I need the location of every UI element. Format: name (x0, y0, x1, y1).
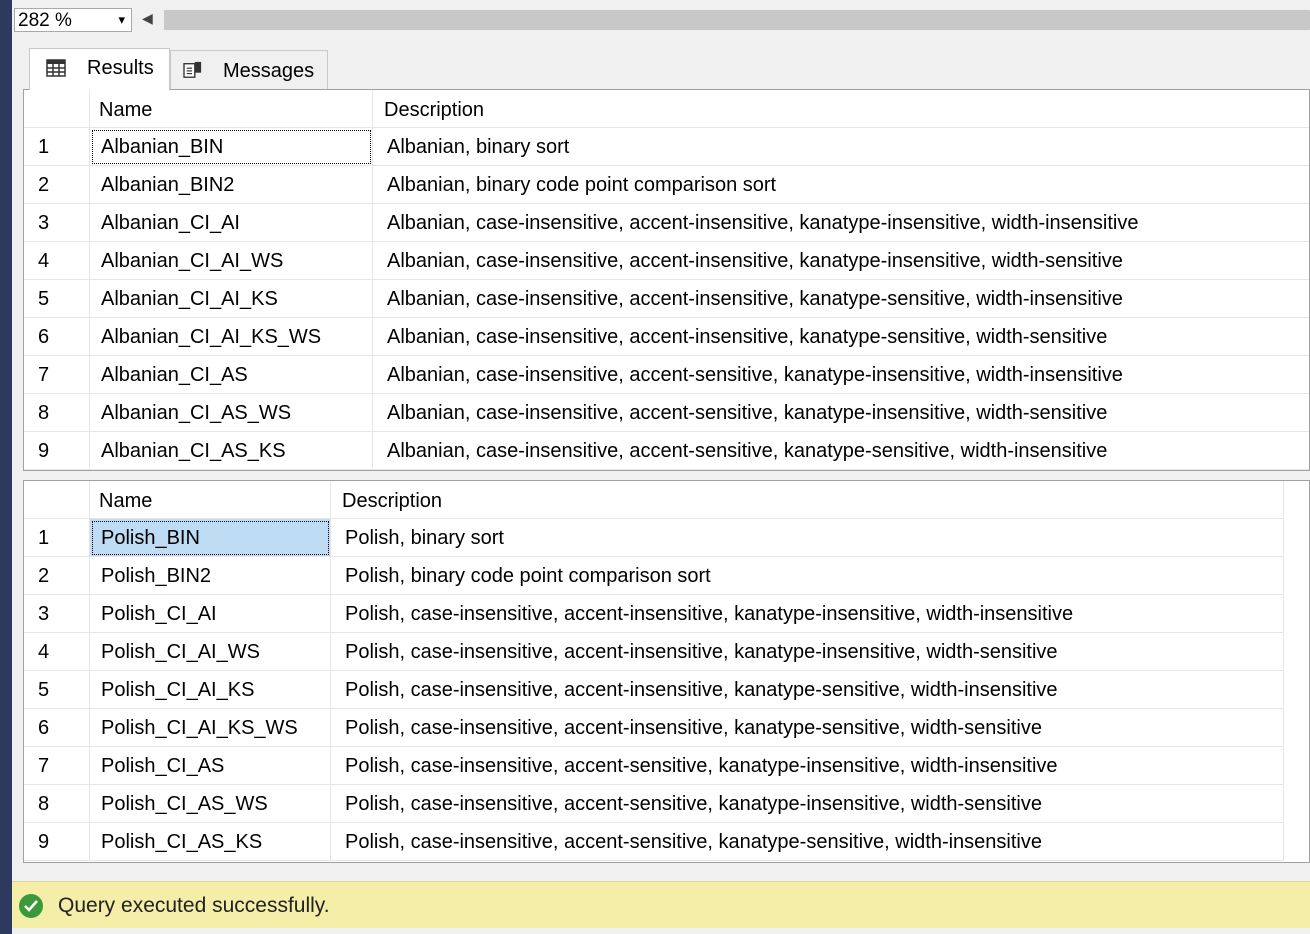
description-cell[interactable]: Polish, case-insensitive, accent-insensi… (331, 709, 1284, 747)
description-cell[interactable]: Polish, case-insensitive, accent-sensiti… (331, 785, 1284, 823)
row-number[interactable]: 7 (24, 356, 90, 394)
description-cell[interactable]: Albanian, case-insensitive, accent-insen… (373, 242, 1309, 280)
description-cell[interactable]: Polish, binary sort (331, 519, 1284, 557)
column-header-description[interactable]: Description (331, 481, 1284, 519)
table-row[interactable]: 4 Albanian_CI_AI_WS Albanian, case-insen… (24, 242, 1309, 280)
description-cell[interactable]: Albanian, case-insensitive, accent-sensi… (373, 356, 1309, 394)
grid-icon (46, 59, 66, 77)
name-cell[interactable]: Polish_CI_AI (90, 595, 331, 633)
table-row[interactable]: 7 Polish_CI_AS Polish, case-insensitive,… (24, 747, 1309, 785)
table-row[interactable]: 7 Albanian_CI_AS Albanian, case-insensit… (24, 356, 1309, 394)
name-cell[interactable]: Albanian_CI_AS_WS (90, 394, 373, 432)
chevron-down-icon[interactable]: ▾ (118, 12, 125, 28)
tab-messages-label: Messages (223, 60, 315, 82)
table-row[interactable]: 5 Polish_CI_AI_KS Polish, case-insensiti… (24, 671, 1309, 709)
table-row[interactable]: 8 Polish_CI_AS_WS Polish, case-insensiti… (24, 785, 1309, 823)
row-number[interactable]: 4 (24, 242, 90, 280)
table-row[interactable]: 8 Albanian_CI_AS_WS Albanian, case-insen… (24, 394, 1309, 432)
description-cell[interactable]: Albanian, case-insensitive, accent-sensi… (373, 432, 1309, 470)
scroll-left-icon[interactable]: ◀ (142, 10, 153, 27)
name-cell[interactable]: Polish_CI_AS_KS (90, 823, 331, 861)
table-row[interactable]: 6 Albanian_CI_AI_KS_WS Albanian, case-in… (24, 318, 1309, 356)
table-row[interactable]: 3 Polish_CI_AI Polish, case-insensitive,… (24, 595, 1309, 633)
description-cell[interactable]: Polish, case-insensitive, accent-insensi… (331, 671, 1284, 709)
table-row[interactable]: 4 Polish_CI_AI_WS Polish, case-insensiti… (24, 633, 1309, 671)
table-row[interactable]: 6 Polish_CI_AI_KS_WS Polish, case-insens… (24, 709, 1309, 747)
zoom-dropdown[interactable]: 282 % ▾ (14, 8, 132, 32)
description-cell[interactable]: Polish, case-insensitive, accent-insensi… (331, 595, 1284, 633)
zoom-toolbar: 282 % ▾ ◀ (12, 0, 1310, 40)
description-cell[interactable]: Albanian, binary code point comparison s… (373, 166, 1309, 204)
tab-results-label: Results (87, 57, 154, 79)
messages-icon (183, 61, 202, 78)
table-row[interactable]: 2 Albanian_BIN2 Albanian, binary code po… (24, 166, 1309, 204)
name-cell[interactable]: Albanian_BIN2 (90, 166, 373, 204)
name-cell[interactable]: Albanian_CI_AI_KS_WS (90, 318, 373, 356)
description-cell[interactable]: Polish, case-insensitive, accent-sensiti… (331, 747, 1284, 785)
row-number[interactable]: 1 (24, 519, 90, 557)
row-number[interactable]: 6 (24, 318, 90, 356)
horizontal-scrollbar[interactable] (164, 10, 1310, 30)
name-cell[interactable]: Albanian_CI_AI (90, 204, 373, 242)
row-number[interactable]: 2 (24, 557, 90, 595)
name-cell[interactable]: Polish_CI_AI_KS_WS (90, 709, 331, 747)
status-bar: Query executed successfully. (12, 881, 1310, 929)
column-header-description[interactable]: Description (373, 90, 1309, 128)
name-cell[interactable]: Polish_BIN2 (90, 557, 331, 595)
status-message: Query executed successfully. (58, 894, 330, 917)
description-cell[interactable]: Albanian, binary sort (373, 128, 1309, 166)
table-row[interactable]: 3 Albanian_CI_AI Albanian, case-insensit… (24, 204, 1309, 242)
row-number[interactable]: 9 (24, 823, 90, 861)
name-cell[interactable]: Albanian_CI_AS (90, 356, 373, 394)
grid-header-row: Name Description (24, 481, 1309, 519)
row-number-header[interactable] (24, 90, 90, 128)
name-cell-selected[interactable]: Polish_BIN (90, 519, 331, 557)
row-number-header[interactable] (24, 481, 90, 519)
row-number[interactable]: 1 (24, 128, 90, 166)
description-cell[interactable]: Albanian, case-insensitive, accent-insen… (373, 280, 1309, 318)
success-check-icon (19, 894, 43, 918)
description-cell[interactable]: Polish, case-insensitive, accent-insensi… (331, 633, 1284, 671)
description-cell[interactable]: Polish, binary code point comparison sor… (331, 557, 1284, 595)
description-cell[interactable]: Albanian, case-insensitive, accent-insen… (373, 318, 1309, 356)
table-row[interactable]: 1 Polish_BIN Polish, binary sort (24, 519, 1309, 557)
row-number[interactable]: 9 (24, 432, 90, 470)
row-number[interactable]: 7 (24, 747, 90, 785)
description-cell[interactable]: Albanian, case-insensitive, accent-insen… (373, 204, 1309, 242)
column-header-name[interactable]: Name (90, 90, 373, 128)
description-cell[interactable]: Polish, case-insensitive, accent-sensiti… (331, 823, 1284, 861)
table-row[interactable]: 2 Polish_BIN2 Polish, binary code point … (24, 557, 1309, 595)
bottom-edge (12, 928, 1310, 934)
zoom-value: 282 % (18, 10, 72, 31)
table-row[interactable]: 9 Polish_CI_AS_KS Polish, case-insensiti… (24, 823, 1309, 861)
column-header-name[interactable]: Name (90, 481, 331, 519)
name-cell[interactable]: Polish_CI_AS_WS (90, 785, 331, 823)
name-cell[interactable]: Polish_CI_AS (90, 747, 331, 785)
results-grid-albanian[interactable]: Name Description 1 Albanian_BIN Albanian… (23, 89, 1310, 471)
name-cell[interactable]: Polish_CI_AI_KS (90, 671, 331, 709)
description-cell[interactable]: Albanian, case-insensitive, accent-sensi… (373, 394, 1309, 432)
grid-header-row: Name Description (24, 90, 1309, 128)
row-number[interactable]: 4 (24, 633, 90, 671)
results-grid-polish[interactable]: Name Description 1 Polish_BIN Polish, bi… (23, 480, 1310, 863)
row-number[interactable]: 2 (24, 166, 90, 204)
table-row[interactable]: 5 Albanian_CI_AI_KS Albanian, case-insen… (24, 280, 1309, 318)
row-number[interactable]: 8 (24, 785, 90, 823)
name-cell[interactable]: Polish_CI_AI_WS (90, 633, 331, 671)
table-row[interactable]: 1 Albanian_BIN Albanian, binary sort (24, 128, 1309, 166)
name-cell[interactable]: Albanian_CI_AS_KS (90, 432, 373, 470)
row-number[interactable]: 8 (24, 394, 90, 432)
table-row[interactable]: 9 Albanian_CI_AS_KS Albanian, case-insen… (24, 432, 1309, 470)
row-number[interactable]: 5 (24, 671, 90, 709)
tab-messages[interactable]: Messages (170, 50, 328, 89)
name-cell[interactable]: Albanian_BIN (90, 128, 373, 166)
row-number[interactable]: 3 (24, 595, 90, 633)
tab-results[interactable]: Results (29, 48, 170, 90)
name-cell[interactable]: Albanian_CI_AI_WS (90, 242, 373, 280)
row-number[interactable]: 5 (24, 280, 90, 318)
row-number[interactable]: 3 (24, 204, 90, 242)
name-cell[interactable]: Albanian_CI_AI_KS (90, 280, 373, 318)
row-number[interactable]: 6 (24, 709, 90, 747)
results-pane: 282 % ▾ ◀ Results Messages Name Descript… (12, 0, 1310, 934)
